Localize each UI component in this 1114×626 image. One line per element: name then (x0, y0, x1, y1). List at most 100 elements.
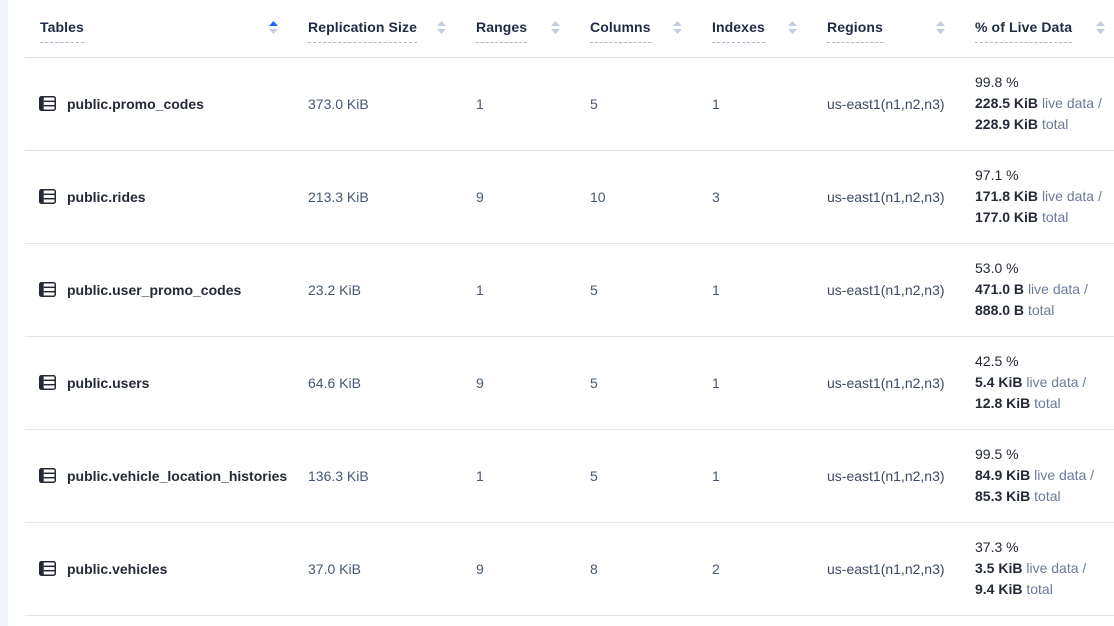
column-header-label: Tables (40, 19, 84, 43)
table-name-link[interactable]: public.vehicles (67, 561, 167, 577)
total-size: 228.9 KiB (975, 116, 1038, 132)
table-grid-icon (39, 561, 56, 576)
database-tables-table: Tables Replication Size (25, 0, 1114, 616)
regions-value: us-east1(n1,n2,n3) (827, 243, 975, 336)
regions-value: us-east1(n1,n2,n3) (827, 429, 975, 522)
total-suffix: total (1042, 209, 1068, 225)
live-pct: 99.8 % (975, 72, 1114, 93)
replication-size-value: 37.0 KiB (308, 522, 476, 615)
table-row[interactable]: public.rides 213.3 KiB 9 10 3 us-east1(n… (25, 150, 1114, 243)
table-grid-icon (39, 189, 56, 204)
replication-size-value: 64.6 KiB (308, 336, 476, 429)
indexes-value: 3 (712, 150, 827, 243)
indexes-value: 1 (712, 429, 827, 522)
total-suffix: total (1028, 302, 1054, 318)
live-data-cell: 97.1 % 171.8 KiB live data / 177.0 KiB t… (975, 165, 1114, 228)
indexes-value: 1 (712, 57, 827, 150)
replication-size-value: 23.2 KiB (308, 243, 476, 336)
total-size: 177.0 KiB (975, 209, 1038, 225)
total-suffix: total (1034, 488, 1060, 504)
table-grid-icon (39, 96, 56, 111)
replication-size-value: 136.3 KiB (308, 429, 476, 522)
table-name-link[interactable]: public.users (67, 375, 149, 391)
indexes-value: 1 (712, 336, 827, 429)
column-header-label: Regions (827, 19, 883, 43)
sort-arrows-icon[interactable] (1096, 21, 1105, 34)
sort-arrows-icon[interactable] (788, 21, 797, 34)
total-size: 12.8 KiB (975, 395, 1030, 411)
live-pct: 42.5 % (975, 351, 1114, 372)
header-row: Tables Replication Size (25, 0, 1114, 57)
live-data-cell: 42.5 % 5.4 KiB live data / 12.8 KiB tota… (975, 351, 1114, 414)
ranges-value: 1 (476, 57, 590, 150)
sort-arrows-icon[interactable] (936, 21, 945, 34)
columns-value: 5 (590, 243, 712, 336)
live-pct: 97.1 % (975, 165, 1114, 186)
columns-value: 5 (590, 336, 712, 429)
column-header-tables[interactable]: Tables (25, 0, 308, 57)
table-row[interactable]: public.promo_codes 373.0 KiB 1 5 1 us-ea… (25, 57, 1114, 150)
ranges-value: 1 (476, 243, 590, 336)
column-header-regions[interactable]: Regions (827, 0, 975, 57)
column-header-replication-size[interactable]: Replication Size (308, 0, 476, 57)
live-data-cell: 99.8 % 228.5 KiB live data / 228.9 KiB t… (975, 72, 1114, 135)
live-size: 3.5 KiB (975, 560, 1022, 576)
table-header: Tables Replication Size (25, 0, 1114, 57)
live-pct: 37.3 % (975, 537, 1114, 558)
indexes-value: 1 (712, 243, 827, 336)
live-pct: 99.5 % (975, 444, 1114, 465)
indexes-value: 2 (712, 522, 827, 615)
total-suffix: total (1034, 395, 1060, 411)
ranges-value: 1 (476, 429, 590, 522)
column-header-ranges[interactable]: Ranges (476, 0, 590, 57)
table-name-link[interactable]: public.user_promo_codes (67, 282, 241, 298)
sort-arrows-icon[interactable] (269, 21, 278, 34)
replication-size-value: 373.0 KiB (308, 57, 476, 150)
live-size: 5.4 KiB (975, 374, 1022, 390)
total-size: 888.0 B (975, 302, 1024, 318)
columns-value: 5 (590, 57, 712, 150)
table-name-link[interactable]: public.vehicle_location_histories (67, 468, 287, 484)
column-header-label: Ranges (476, 19, 527, 43)
column-header-live-data[interactable]: % of Live Data (975, 0, 1114, 57)
table-row[interactable]: public.vehicle_location_histories 136.3 … (25, 429, 1114, 522)
column-header-columns[interactable]: Columns (590, 0, 712, 57)
sort-arrows-icon[interactable] (551, 21, 560, 34)
ranges-value: 9 (476, 336, 590, 429)
regions-value: us-east1(n1,n2,n3) (827, 57, 975, 150)
tables-panel: Tables Replication Size (8, 0, 1114, 626)
total-size: 9.4 KiB (975, 581, 1022, 597)
column-header-label: Replication Size (308, 19, 417, 43)
regions-value: us-east1(n1,n2,n3) (827, 336, 975, 429)
columns-value: 10 (590, 150, 712, 243)
table-name-link[interactable]: public.promo_codes (67, 96, 204, 112)
table-row[interactable]: public.users 64.6 KiB 9 5 1 us-east1(n1,… (25, 336, 1114, 429)
table-grid-icon (39, 282, 56, 297)
column-header-label: % of Live Data (975, 19, 1072, 43)
column-header-label: Indexes (712, 19, 765, 43)
columns-value: 8 (590, 522, 712, 615)
live-suffix: live data / (1034, 467, 1094, 483)
live-suffix: live data / (1026, 374, 1086, 390)
total-size: 85.3 KiB (975, 488, 1030, 504)
ranges-value: 9 (476, 150, 590, 243)
regions-value: us-east1(n1,n2,n3) (827, 522, 975, 615)
sort-arrows-icon[interactable] (673, 21, 682, 34)
live-suffix: live data / (1042, 188, 1102, 204)
live-size: 228.5 KiB (975, 95, 1038, 111)
live-suffix: live data / (1028, 281, 1088, 297)
table-row[interactable]: public.user_promo_codes 23.2 KiB 1 5 1 u… (25, 243, 1114, 336)
table-body: public.promo_codes 373.0 KiB 1 5 1 us-ea… (25, 57, 1114, 615)
live-data-cell: 99.5 % 84.9 KiB live data / 85.3 KiB tot… (975, 444, 1114, 507)
ranges-value: 9 (476, 522, 590, 615)
columns-value: 5 (590, 429, 712, 522)
column-header-indexes[interactable]: Indexes (712, 0, 827, 57)
live-data-cell: 37.3 % 3.5 KiB live data / 9.4 KiB total (975, 537, 1114, 600)
table-name-link[interactable]: public.rides (67, 189, 146, 205)
sort-arrows-icon[interactable] (437, 21, 446, 34)
live-size: 471.0 B (975, 281, 1024, 297)
table-row[interactable]: public.vehicles 37.0 KiB 9 8 2 us-east1(… (25, 522, 1114, 615)
live-size: 171.8 KiB (975, 188, 1038, 204)
total-suffix: total (1042, 116, 1068, 132)
live-suffix: live data / (1042, 95, 1102, 111)
